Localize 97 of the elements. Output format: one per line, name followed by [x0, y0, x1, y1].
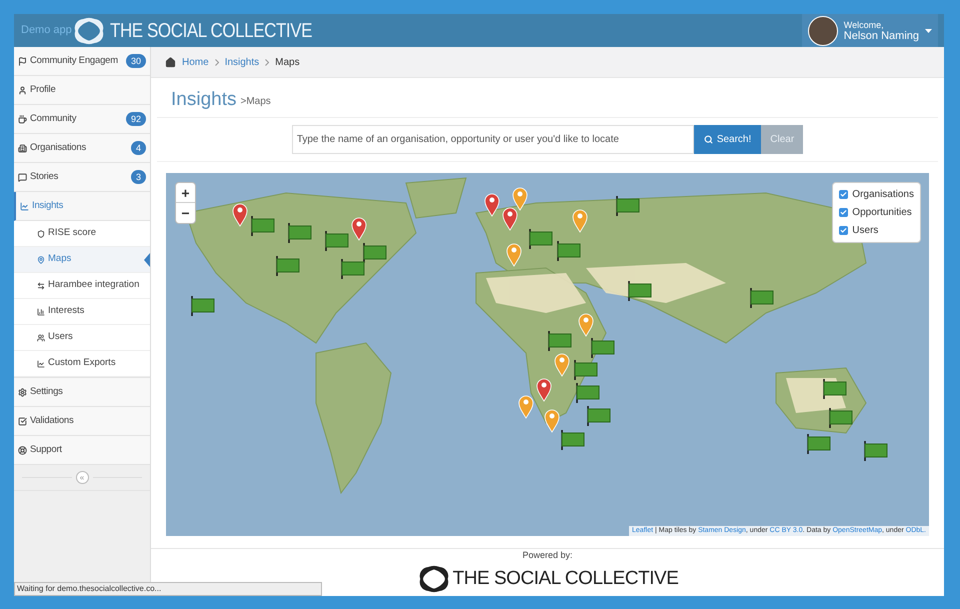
flag-marker-icon[interactable] — [528, 228, 554, 250]
count-badge: 3 — [130, 170, 146, 184]
sidebar-item[interactable]: Community Engagem 30 — [14, 47, 150, 76]
flag-marker-icon[interactable] — [828, 407, 854, 429]
menu-item-icon — [18, 416, 27, 426]
menu-item-icon — [18, 144, 27, 152]
breadcrumb-link[interactable]: Home — [182, 54, 209, 70]
breadcrumb-link[interactable]: Insights — [224, 54, 260, 70]
flag-marker-icon[interactable] — [863, 440, 889, 462]
submenu-item[interactable]: Users — [14, 325, 150, 351]
breadcrumb-current: Maps — [275, 56, 300, 70]
zoom-in-button[interactable]: + — [176, 183, 195, 203]
pin-marker-icon[interactable] — [484, 193, 500, 217]
flag-marker-icon[interactable] — [586, 405, 612, 427]
search-icon — [704, 135, 713, 144]
search-field[interactable]: Type the name of an organisation, opportunity or user you'd like to locate — [292, 125, 694, 154]
page-title: Insights — [171, 90, 236, 109]
flag-marker-icon[interactable] — [822, 378, 848, 400]
flag-marker-icon[interactable] — [615, 195, 641, 217]
flag-marker-icon[interactable] — [190, 295, 216, 317]
submenu-icon — [37, 256, 45, 264]
pin-marker-icon[interactable] — [578, 313, 594, 337]
chevron-right-icon — [265, 58, 270, 66]
welcome-text: Welcome, — [844, 20, 884, 30]
browser-status-bar: Waiting for demo.thesocialcollective.co... — [14, 582, 322, 596]
pin-marker-icon[interactable] — [506, 243, 522, 267]
pin-marker-icon[interactable] — [536, 378, 552, 402]
sidebar-item[interactable]: Insights — [14, 192, 150, 221]
pin-marker-icon[interactable] — [544, 409, 560, 433]
layer-label: Users — [852, 224, 878, 238]
pin-marker-icon[interactable] — [351, 217, 367, 241]
flag-marker-icon[interactable] — [250, 215, 276, 237]
count-badge: 4 — [130, 141, 146, 155]
chevron-right-icon — [214, 58, 219, 66]
submenu-item[interactable]: Custom Exports — [14, 351, 150, 377]
submenu-icon — [37, 360, 45, 368]
flag-marker-icon[interactable] — [749, 287, 775, 309]
menu-item-icon — [18, 388, 27, 396]
sidebar-item[interactable]: Settings — [14, 378, 150, 407]
submenu-item[interactable]: Interests — [14, 299, 150, 325]
demo-label: Demo app — [21, 23, 72, 38]
submenu-icon — [37, 334, 45, 342]
layer-checkbox[interactable] — [839, 190, 848, 199]
pin-marker-icon[interactable] — [512, 187, 528, 211]
flag-marker-icon[interactable] — [806, 433, 832, 455]
flag-marker-icon[interactable] — [560, 429, 586, 451]
sidebar-item[interactable]: Support — [14, 436, 150, 465]
flag-marker-icon[interactable] — [340, 258, 366, 280]
layer-checkbox[interactable] — [839, 208, 848, 217]
pin-marker-icon[interactable] — [572, 209, 588, 233]
user-menu-button[interactable]: Welcome, Nelson Naming — [802, 14, 938, 47]
flag-marker-icon[interactable] — [275, 255, 301, 277]
submenu-icon — [37, 308, 45, 316]
sidebar-item[interactable]: Validations — [14, 407, 150, 436]
flag-marker-icon[interactable] — [575, 382, 601, 404]
sidebar-item[interactable]: Profile — [14, 76, 150, 105]
search-button[interactable]: Search! — [694, 125, 762, 154]
caret-icon — [925, 28, 932, 32]
pin-marker-icon[interactable] — [232, 203, 248, 227]
flag-marker-icon[interactable] — [287, 222, 313, 244]
pin-marker-icon[interactable] — [518, 395, 534, 419]
home-icon — [165, 56, 176, 68]
menu-item-icon — [18, 172, 27, 182]
pin-marker-icon[interactable] — [554, 353, 570, 377]
sidebar-item[interactable]: Organisations 4 — [14, 134, 150, 163]
pin-marker-icon[interactable] — [502, 207, 518, 231]
avatar — [808, 16, 838, 46]
active-pointer-icon — [144, 252, 150, 266]
submenu-item[interactable]: Harambee integration — [14, 273, 150, 299]
logo-text: THE SOCIAL COLLECTIVE — [110, 18, 312, 44]
flag-marker-icon[interactable] — [324, 230, 350, 252]
sidebar-item[interactable]: Community 92 — [14, 105, 150, 134]
submenu-item[interactable]: Maps — [14, 247, 150, 273]
menu-item-icon — [20, 202, 29, 210]
sidebar-item[interactable]: Stories 3 — [14, 163, 150, 192]
flag-marker-icon[interactable] — [573, 359, 599, 381]
flag-marker-icon[interactable] — [556, 240, 582, 262]
layer-label: Opportunities — [852, 206, 912, 220]
zoom-out-button[interactable]: − — [176, 203, 195, 223]
page-subtitle: >Maps — [240, 95, 271, 109]
menu-item-icon — [18, 446, 27, 454]
layer-checkbox[interactable] — [839, 226, 848, 235]
menu-item-icon — [18, 86, 27, 94]
footer-logo-text: THE SOCIAL COLLECTIVE — [452, 567, 678, 591]
layer-label: Organisations — [852, 188, 914, 202]
submenu-icon — [37, 230, 45, 238]
menu-item-icon — [18, 114, 27, 124]
flag-marker-icon[interactable] — [590, 337, 616, 359]
user-name: Nelson Naming — [844, 30, 919, 42]
count-badge: 30 — [126, 54, 146, 68]
flag-marker-icon[interactable] — [627, 280, 653, 302]
submenu-icon — [37, 282, 45, 290]
flag-marker-icon[interactable] — [362, 242, 388, 264]
powered-by-text: Powered by: — [522, 548, 573, 562]
menu-item-icon — [18, 56, 27, 66]
count-badge: 92 — [126, 112, 146, 126]
flag-marker-icon[interactable] — [547, 330, 573, 352]
